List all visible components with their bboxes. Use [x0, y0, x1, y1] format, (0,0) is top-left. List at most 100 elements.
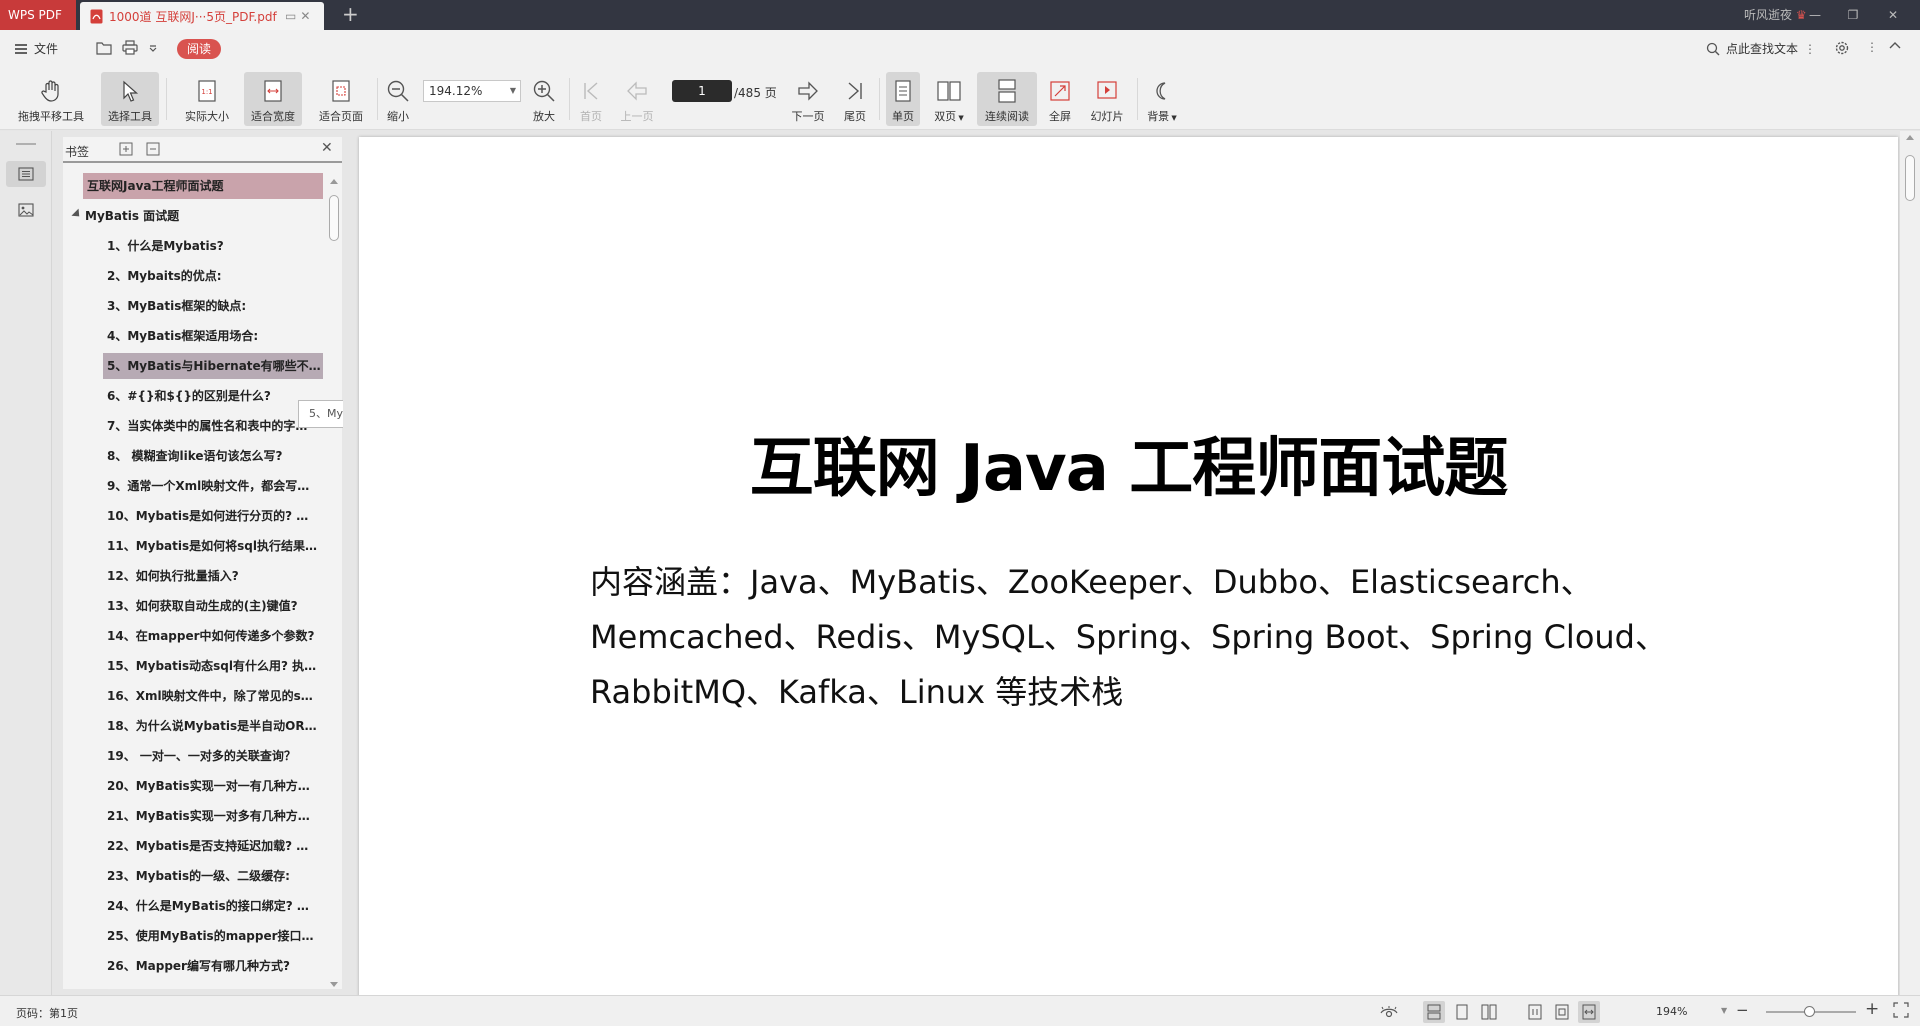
- print-icon[interactable]: [122, 40, 138, 55]
- fit-width-status-button[interactable]: [1578, 1001, 1600, 1023]
- document-scrollbar[interactable]: [1900, 131, 1920, 995]
- bookmark-item[interactable]: 4、MyBatis框架适用场合:: [103, 323, 323, 349]
- tab-window-icon[interactable]: ▭: [285, 9, 296, 23]
- bookmark-item[interactable]: 15、Mybatis动态sql有什么用? 执…: [103, 653, 323, 679]
- moon-icon: [1156, 82, 1166, 100]
- find-text-button[interactable]: 点此查找文本 ⋮: [1706, 40, 1816, 57]
- expand-all-icon[interactable]: [119, 142, 133, 156]
- zoom-out-status-button[interactable]: −: [1736, 1001, 1749, 1019]
- collapse-all-icon[interactable]: [146, 142, 160, 156]
- fit-page-button[interactable]: 适合页面: [310, 72, 372, 126]
- bookmark-item[interactable]: 18、为什么说Mybatis是半自动OR…: [103, 713, 323, 739]
- bookmark-item[interactable]: 23、Mybatis的一级、二级缓存:: [103, 863, 323, 889]
- close-panel-icon[interactable]: ✕: [321, 140, 333, 156]
- bookmark-panel-button[interactable]: [6, 161, 46, 187]
- bookmark-item[interactable]: 8、 模糊查询like语句该怎么写?: [103, 443, 323, 469]
- fullscreen-icon[interactable]: [1893, 1002, 1909, 1018]
- scroll-up-icon[interactable]: [1906, 135, 1914, 140]
- bookmark-item[interactable]: 9、通常一个Xml映射文件，都会写…: [103, 473, 323, 499]
- bookmark-item[interactable]: 2、Mybaits的优点:: [103, 263, 323, 289]
- page-number-input[interactable]: 1: [672, 80, 732, 102]
- zoom-out-button[interactable]: 缩小: [382, 72, 414, 126]
- scroll-thumb[interactable]: [1905, 155, 1915, 201]
- new-tab-button[interactable]: +: [342, 3, 359, 25]
- chevron-down-icon[interactable]: ▼: [510, 81, 516, 101]
- zoom-slider[interactable]: [1766, 1006, 1856, 1017]
- bookmark-item[interactable]: 14、在mapper中如何传递多个参数?: [103, 623, 323, 649]
- bookmark-root-item[interactable]: 互联网Java工程师面试题: [83, 173, 323, 199]
- slideshow-button[interactable]: 幻灯片: [1084, 72, 1130, 126]
- file-menu-label: 文件: [34, 42, 59, 56]
- document-tab[interactable]: 1000道 互联网J···5页_PDF.pdf ▭ ✕: [80, 2, 324, 30]
- eye-protection-button[interactable]: [1378, 1001, 1400, 1023]
- pdf-page[interactable]: 互联网 Java 工程师面试题 内容涵盖：Java、MyBatis、ZooKee…: [359, 137, 1898, 997]
- zoom-percentage[interactable]: 194%: [1656, 1005, 1687, 1018]
- scroll-thumb[interactable]: [329, 195, 339, 241]
- actual-size-status-button[interactable]: [1524, 1001, 1546, 1023]
- scroll-down-icon[interactable]: [330, 982, 338, 987]
- more-options-icon[interactable]: ⋮: [1866, 40, 1878, 54]
- select-tool-button[interactable]: 选择工具: [101, 72, 159, 126]
- chevron-down-icon[interactable]: ▼: [1721, 1006, 1727, 1015]
- tab-close-icon[interactable]: ✕: [300, 9, 310, 23]
- close-window-button[interactable]: ✕: [1878, 0, 1908, 30]
- bookmark-item[interactable]: 3、MyBatis框架的缺点:: [103, 293, 323, 319]
- fullscreen-button[interactable]: 全屏: [1044, 72, 1076, 126]
- settings-button[interactable]: [1834, 40, 1850, 56]
- minimize-button[interactable]: —: [1800, 0, 1830, 30]
- last-page-button[interactable]: 尾页: [838, 72, 872, 126]
- bookmark-item[interactable]: 10、Mybatis是如何进行分页的? …: [103, 503, 323, 529]
- customize-dropdown-icon[interactable]: [148, 43, 158, 53]
- panel-grip[interactable]: [16, 143, 36, 145]
- double-page-button[interactable]: 双页 ▼: [928, 72, 970, 126]
- zoom-in-button[interactable]: 放大: [527, 72, 561, 126]
- scroll-up-icon[interactable]: [330, 179, 338, 184]
- double-view-button[interactable]: [1478, 1001, 1500, 1023]
- first-page-button[interactable]: 首页: [574, 72, 608, 126]
- user-name[interactable]: 听风逝夜 ♛: [1744, 0, 1807, 30]
- bookmark-item[interactable]: 11、Mybatis是如何将sql执行结果…: [103, 533, 323, 559]
- bookmark-item[interactable]: 6、#{}和${}的区别是什么?: [103, 383, 323, 409]
- bookmark-item[interactable]: 12、如何执行批量插入?: [103, 563, 323, 589]
- thumbnail-panel-button[interactable]: [6, 197, 46, 223]
- single-page-button[interactable]: 单页: [886, 72, 920, 126]
- read-mode-button[interactable]: 阅读: [177, 39, 222, 59]
- zoom-slider-knob[interactable]: [1804, 1006, 1815, 1017]
- bookmark-item[interactable]: 21、MyBatis实现一对多有几种方…: [103, 803, 323, 829]
- chevron-up-icon: [1889, 42, 1901, 49]
- continuous-read-button[interactable]: 连续阅读: [977, 72, 1037, 126]
- bookmark-scrollbar[interactable]: [328, 175, 340, 987]
- bookmark-item[interactable]: 20、MyBatis实现一对一有几种方…: [103, 773, 323, 799]
- bookmark-item[interactable]: 7、当实体类中的属性名和表中的字…: [103, 413, 323, 439]
- document-viewport[interactable]: 互联网 Java 工程师面试题 内容涵盖：Java、MyBatis、ZooKee…: [343, 131, 1900, 997]
- collapse-ribbon-button[interactable]: [1888, 40, 1902, 50]
- bookmark-item[interactable]: 13、如何获取自动生成的(主)键值?: [103, 593, 323, 619]
- bookmark-item[interactable]: 24、什么是MyBatis的接口绑定? …: [103, 893, 323, 919]
- actual-size-button[interactable]: 1:1 实际大小: [176, 72, 238, 126]
- bookmark-item[interactable]: 22、Mybatis是否支持延迟加载? …: [103, 833, 323, 859]
- restore-button[interactable]: ❐: [1838, 0, 1868, 30]
- bookmark-item[interactable]: 19、 一对一、一对多的关联查询？: [103, 743, 323, 769]
- bookmark-item[interactable]: 1、什么是Mybatis?: [103, 233, 323, 259]
- bookmark-item[interactable]: 25、使用MyBatis的mapper接口…: [103, 923, 323, 949]
- bookmark-item[interactable]: 16、Xml映射文件中，除了常见的s…: [103, 683, 323, 709]
- next-page-button[interactable]: 下一页: [786, 72, 830, 126]
- prev-page-button[interactable]: 上一页: [614, 72, 660, 126]
- more-vertical-icon[interactable]: ⋮: [1804, 42, 1816, 56]
- continuous-view-button[interactable]: [1423, 1001, 1445, 1023]
- single-view-button[interactable]: [1451, 1001, 1473, 1023]
- open-folder-icon[interactable]: [96, 41, 112, 55]
- zoom-in-status-button[interactable]: +: [1865, 999, 1879, 1019]
- pan-tool-button[interactable]: 拖拽平移工具: [12, 72, 90, 126]
- background-button[interactable]: 背景 ▼: [1142, 72, 1182, 126]
- app-brand[interactable]: WPS PDF: [0, 0, 76, 30]
- bookmark-section-item[interactable]: MyBatis 面试题: [85, 203, 323, 229]
- fit-width-button[interactable]: 适合宽度: [244, 72, 302, 126]
- file-menu-button[interactable]: 文件: [14, 40, 58, 57]
- caret-down-icon[interactable]: [71, 208, 83, 220]
- bookmark-item[interactable]: 26、Mapper编写有哪几种方式?: [103, 953, 323, 979]
- fit-page-status-button[interactable]: [1551, 1001, 1573, 1023]
- zoom-level-field[interactable]: 194.12% ▼: [423, 80, 521, 102]
- bookmark-item[interactable]: 5、MyBatis与Hibernate有哪些不…: [103, 353, 323, 379]
- fit-width-icon: [1582, 1004, 1596, 1020]
